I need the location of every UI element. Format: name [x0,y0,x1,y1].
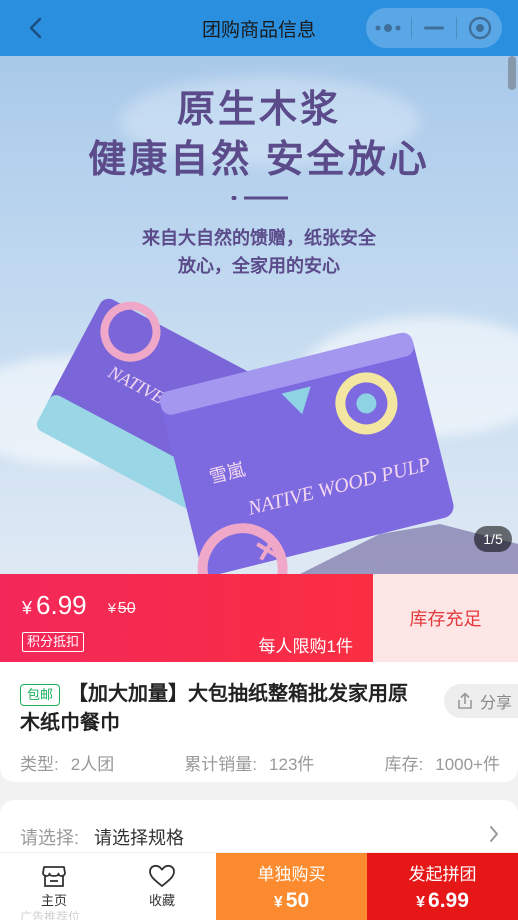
minus-icon [424,26,444,30]
favorite-tab[interactable]: 收藏 [108,853,216,920]
tissue-package-illustration: NATIVE WOOD PULP NATIVE WOOD PULP 雪嵐 [36,298,518,574]
share-button[interactable]: 分享 [444,684,518,718]
more-button[interactable] [366,8,411,48]
target-close-icon [468,16,491,40]
original-price: ¥50 [108,600,136,618]
currency-symbol: ¥ [273,894,283,911]
stat-type-label: 类型: [20,755,59,774]
share-icon [458,692,472,709]
group-price-value: 6.99 [36,590,87,620]
heart-icon [149,864,175,887]
currency-symbol: ¥ [416,894,426,911]
original-price-value: 50 [117,600,136,617]
points-deduction-badge: 积分抵扣 [22,632,85,652]
product-stats: 类型: 2人团 累计销量: 123件 库存: 1000+件 [20,750,500,775]
stock-status: 库存充足 [373,574,518,662]
start-group-label: 发起拼团 [408,865,477,884]
stat-type: 类型: 2人团 [20,750,114,775]
hero-subline-1: 来自大自然的馈赠，纸张安全 [142,228,376,248]
chevron-left-icon [29,17,42,39]
price-panel: ¥6.99 ¥50 积分抵扣 每人限购1件 [0,574,373,662]
stat-type-value: 2人团 [70,755,115,774]
product-title: 【加大加量】大包抽纸整箱批发家用原木纸巾餐巾 [20,683,408,734]
page-title: 团购商品信息 [201,19,316,41]
ghost-underlay-text: 广告推荐位 [20,910,81,920]
buy-alone-price: ¥50 [274,889,309,913]
product-image-carousel[interactable]: 原生木浆 健康自然 安全放心 来自大自然的馈赠，纸张安全 放心，全家用的安心 N… [0,56,518,574]
minimize-button[interactable] [412,8,457,48]
buy-alone-button[interactable]: 单独购买 ¥50 [216,853,367,920]
hero-headline-1: 原生木浆 [176,89,341,131]
buy-alone-price-value: 50 [285,889,310,912]
page: 团购商品信息 原生木浆 健康自然 安全放心 来自大自然的馈赠，纸张安全 放心，全… [0,0,518,920]
image-pager-indicator: 1/5 [474,526,512,552]
start-group-price: ¥6.99 [416,889,469,913]
currency-symbol: ¥ [22,598,33,618]
stat-sales-value: 123件 [269,755,315,774]
chevron-right-icon [490,826,498,842]
stat-stock: 库存: 1000+件 [385,750,500,775]
stat-sales: 累计销量: 123件 [184,750,314,775]
nav-header: 团购商品信息 [0,0,518,56]
close-button[interactable] [457,8,502,48]
hero-headline-2: 健康自然 安全放心 [88,139,430,181]
stat-stock-label: 库存: [384,755,424,774]
back-button[interactable] [22,14,50,42]
buy-alone-label: 单独购买 [257,865,326,884]
spec-label: 请选择: [20,828,80,848]
hero-divider [231,196,288,200]
share-label: 分享 [480,695,513,712]
stat-stock-value: 1000+件 [435,755,500,774]
group-price: ¥6.99 [22,590,87,621]
spec-value: 请选择规格 [94,828,184,848]
currency-symbol: ¥ [108,600,116,616]
favorite-tab-label: 收藏 [148,893,175,908]
image-scrollbar [508,56,516,90]
home-tab-label: 主页 [40,893,67,908]
start-group-button[interactable]: 发起拼团 ¥6.99 [367,853,518,920]
purchase-limit-text: 每人限购1件 [258,637,353,656]
more-dots-icon [375,24,401,32]
product-info-card: 包邮 【加大加量】大包抽纸整箱批发家用原木纸巾餐巾 分享 类型: 2人团 累计销量… [0,662,518,782]
store-icon [42,866,66,887]
stat-sales-label: 累计销量: [184,755,258,774]
price-bar: ¥6.99 ¥50 积分抵扣 每人限购1件 库存充足 [0,574,518,662]
mini-program-capsule [366,8,502,48]
start-group-price-value: 6.99 [428,889,469,912]
